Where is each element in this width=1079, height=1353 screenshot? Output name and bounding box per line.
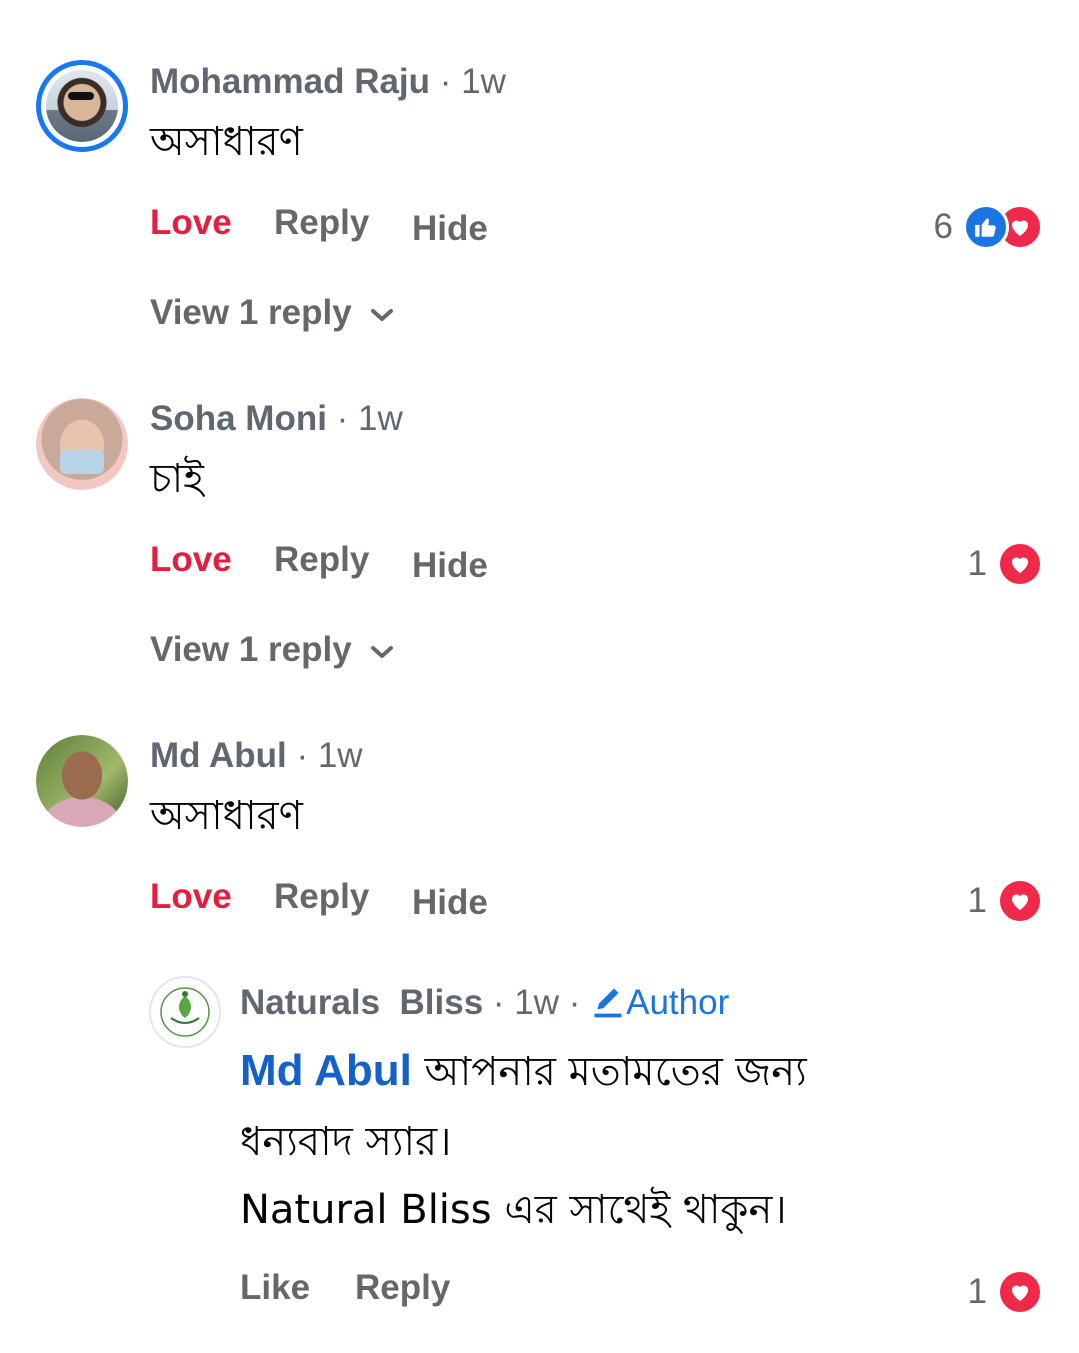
reply-button[interactable]: Reply: [274, 877, 369, 917]
love-icon: [997, 878, 1043, 924]
love-button[interactable]: Love: [150, 203, 232, 243]
reaction-count: 1: [967, 544, 987, 583]
separator: ·: [430, 62, 462, 101]
mention-link[interactable]: Md Abul: [240, 1046, 412, 1095]
reply-button[interactable]: Reply: [274, 203, 369, 243]
comment-author[interactable]: Mohammad Raju: [150, 62, 430, 101]
reply-text-line-2: ধন্যবাদ স্যার।: [240, 1119, 452, 1165]
comment-text: অসাধারণ: [150, 793, 303, 839]
reply-button[interactable]: Reply: [274, 540, 369, 580]
avatar[interactable]: [36, 60, 128, 152]
comment-header: Soha Moni · 1w: [150, 399, 403, 439]
reply-text-line-3: Natural Bliss এর সাথেই থাকুন।: [240, 1187, 787, 1233]
view-replies-label: View 1 reply: [150, 630, 352, 669]
reaction-count: 6: [933, 207, 953, 246]
reply-time[interactable]: 1w: [514, 983, 559, 1022]
comment-author[interactable]: Md Abul: [150, 736, 287, 775]
comment-time[interactable]: 1w: [461, 62, 506, 101]
view-replies-link[interactable]: View 1 reply: [150, 293, 395, 333]
reply-text-line-1: Md Abul আপনার মতামতের জন্য: [240, 1040, 807, 1107]
reply-author[interactable]: Naturals Bliss: [240, 983, 483, 1022]
comment-time[interactable]: 1w: [318, 736, 363, 775]
like-icon: [963, 204, 1009, 250]
reaction-count: 1: [967, 881, 987, 920]
love-button[interactable]: Love: [150, 540, 232, 580]
comment-author[interactable]: Soha Moni: [150, 399, 327, 438]
hide-button[interactable]: Hide: [412, 209, 488, 249]
reaction-summary[interactable]: 1: [968, 876, 1043, 926]
comment-header: Mohammad Raju · 1w: [150, 62, 506, 102]
reply-actions: Like Reply: [0, 1268, 700, 1318]
avatar[interactable]: [36, 398, 128, 490]
reaction-summary[interactable]: 1: [968, 1267, 1043, 1317]
reply-button[interactable]: Reply: [355, 1268, 450, 1308]
love-button[interactable]: Love: [150, 877, 232, 917]
comment-actions: Love Reply Hide: [0, 877, 700, 927]
chevron-down-icon: [371, 645, 394, 658]
separator: ·: [326, 399, 359, 438]
reaction-count: 1: [967, 1272, 987, 1311]
separator: ·: [483, 983, 515, 1022]
hide-button[interactable]: Hide: [412, 546, 488, 586]
reaction-summary[interactable]: 6: [934, 202, 1043, 252]
love-icon: [997, 541, 1043, 587]
comment-text: অসাধারণ: [150, 119, 303, 165]
avatar[interactable]: [149, 976, 221, 1048]
like-button[interactable]: Like: [240, 1268, 310, 1308]
comment-actions: Love Reply Hide: [0, 540, 700, 590]
love-icon: [997, 1269, 1043, 1315]
reaction-summary[interactable]: 1: [968, 539, 1043, 589]
avatar[interactable]: [36, 735, 128, 827]
hide-button[interactable]: Hide: [412, 883, 488, 923]
separator: ·: [286, 736, 318, 775]
author-badge: Author: [626, 983, 730, 1022]
comment-time[interactable]: 1w: [358, 399, 403, 438]
comment-text: চাই: [150, 456, 204, 502]
view-replies-link[interactable]: View 1 reply: [150, 630, 395, 670]
leaf-logo-icon: [160, 987, 210, 1037]
comment-header: Md Abul · 1w: [150, 736, 363, 776]
separator: ·: [559, 983, 591, 1022]
chevron-down-icon: [371, 308, 394, 321]
reply-header: Naturals Bliss · 1w · Author: [240, 983, 729, 1023]
view-replies-label: View 1 reply: [150, 293, 352, 332]
reply-text: আপনার মতামতের জন্য: [424, 1049, 807, 1095]
comment-actions: Love Reply Hide: [0, 203, 700, 253]
pencil-icon: [594, 988, 622, 1018]
